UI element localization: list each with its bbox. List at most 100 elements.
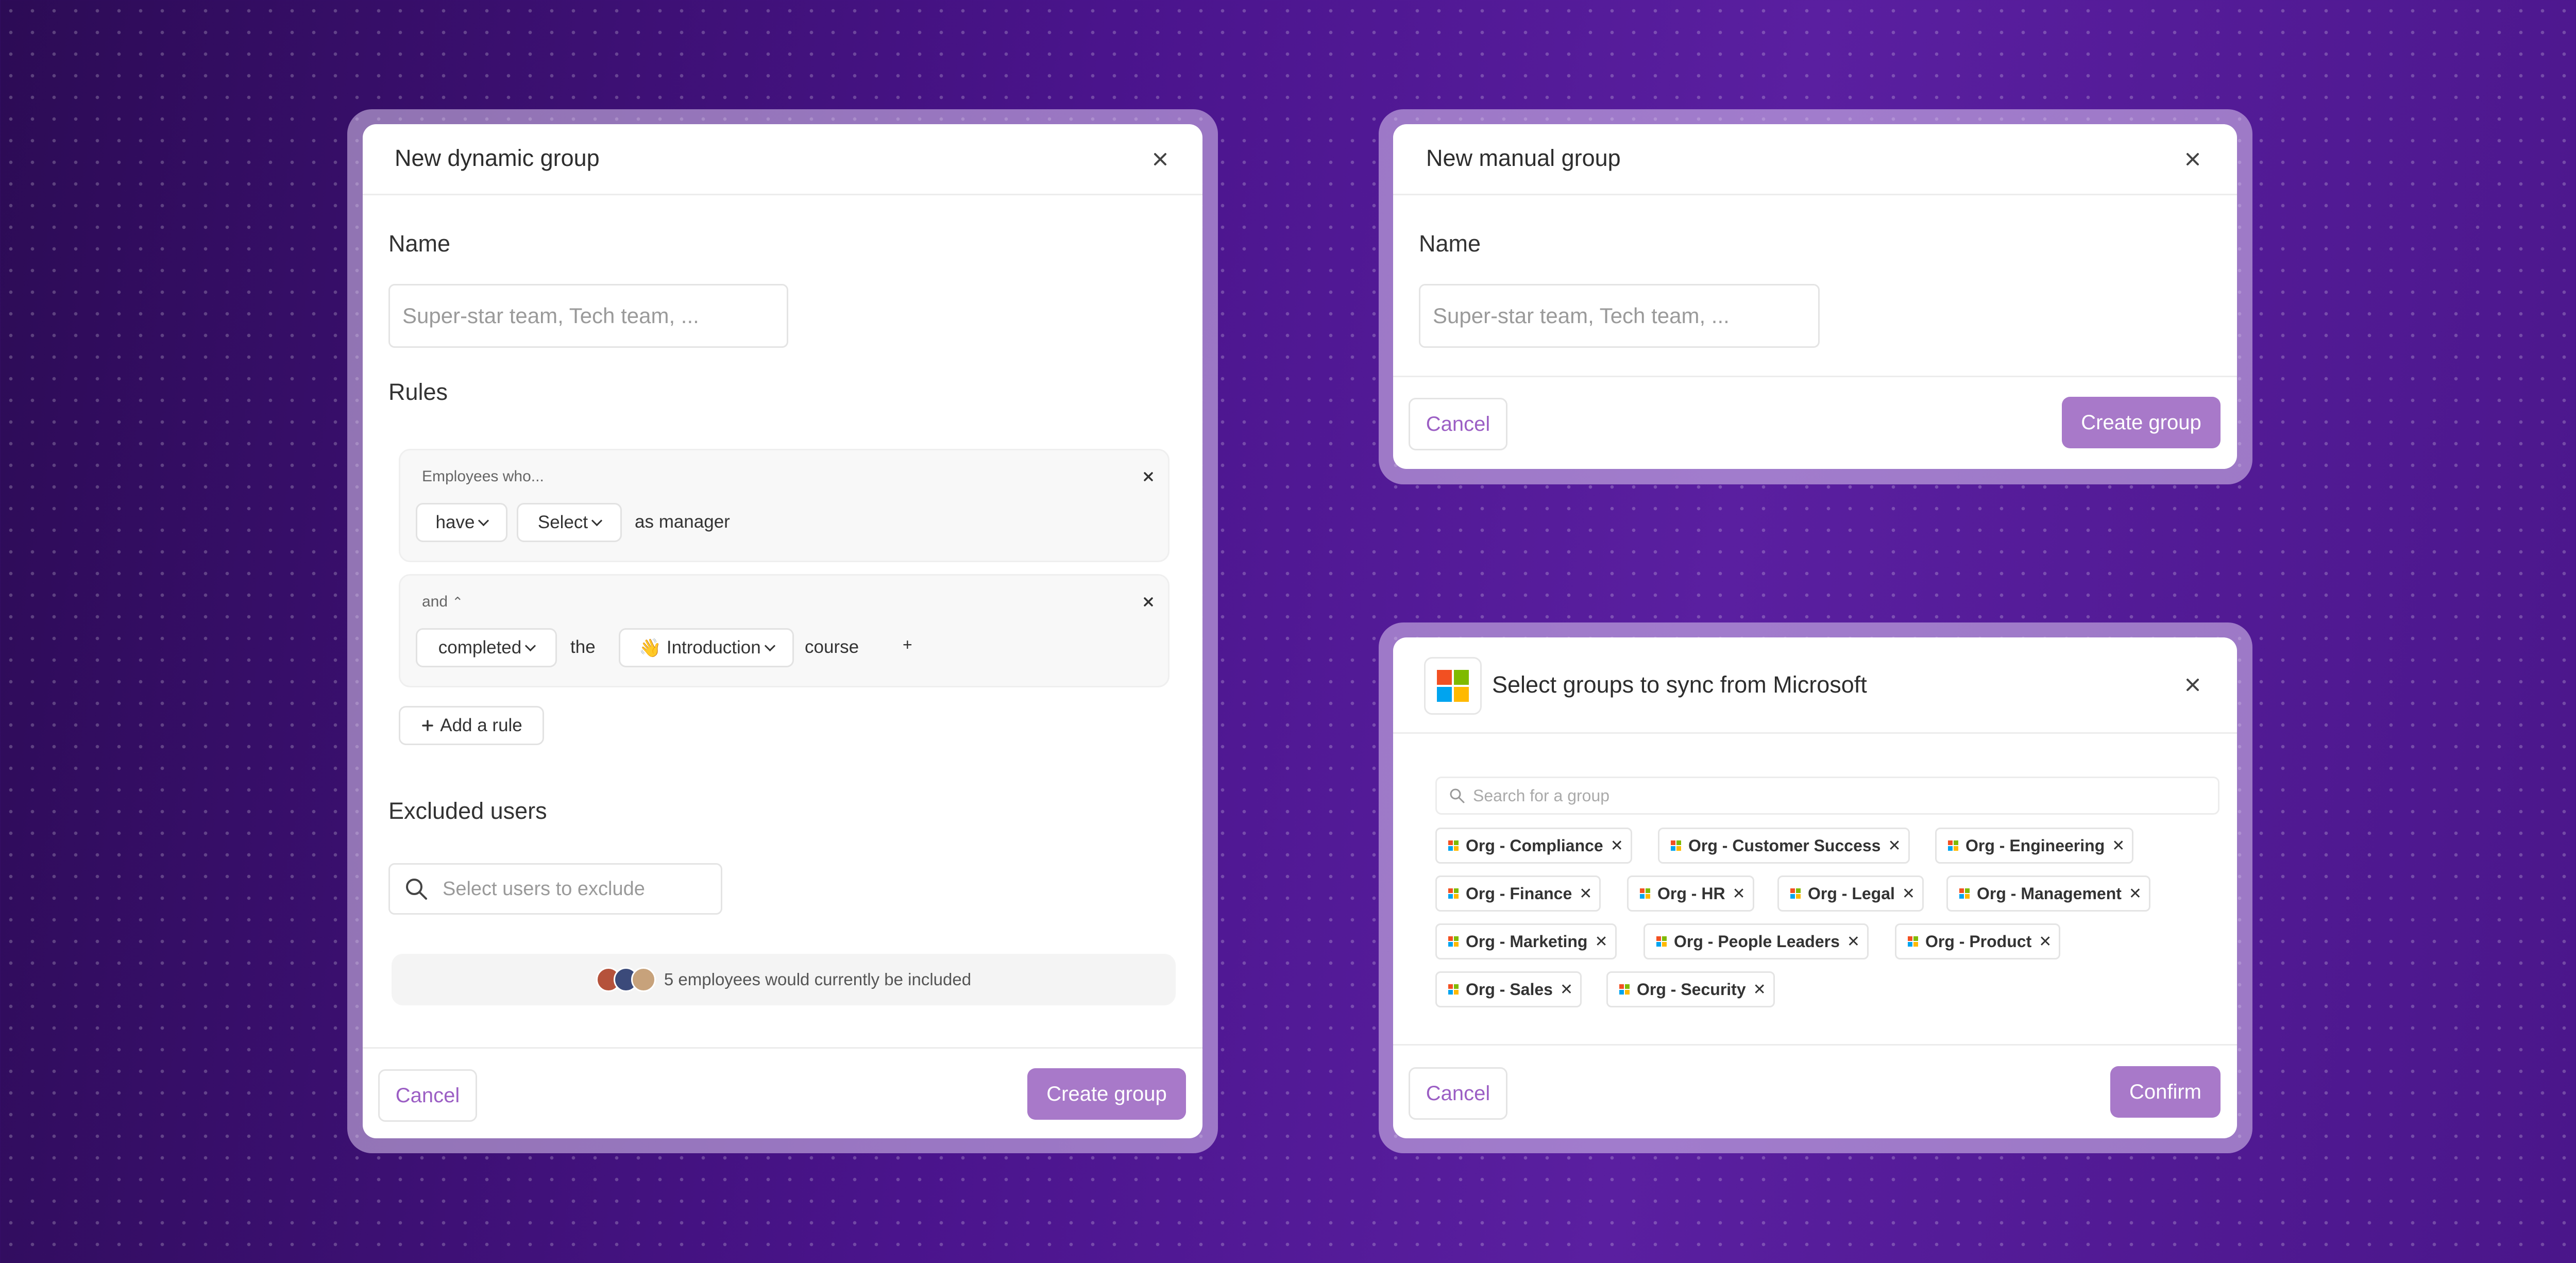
status-value: completed [438,637,522,658]
group-tag-label: Org - Compliance [1466,836,1603,855]
plus-icon [422,720,433,731]
verb-value: have [435,512,475,532]
group-tag-label: Org - Security [1637,980,1746,999]
group-tag-label: Org - Management [1977,884,2122,903]
create-group-button[interactable]: Create group [2062,397,2221,448]
group-tag-label: Org - Finance [1466,884,1572,903]
group-tag: Org - Management ✕ [1946,875,2151,912]
avatar-stack [596,967,656,992]
name-input[interactable]: Super-star team, Tech team, ... [388,284,788,348]
connector-dropdown[interactable]: and ⌃ [422,593,463,611]
remove-tag-icon[interactable]: ✕ [2129,885,2142,903]
modal-title: New dynamic group [395,145,600,171]
modal-title: New manual group [1426,145,1621,171]
connector-value: and [422,593,448,610]
group-tag: Org - Customer Success ✕ [1658,828,1910,864]
modal-footer: Cancel Create group [363,1047,1202,1138]
search-icon [406,879,427,900]
dynamic-group-modal: New dynamic group Name Super-star team, … [363,124,1202,1138]
chevron-down-icon [525,640,536,651]
group-tag: Org - Sales ✕ [1435,971,1582,1007]
group-tag-label: Org - Legal [1808,884,1895,903]
remove-rule-icon[interactable] [1141,469,1156,484]
name-label: Name [1419,230,1481,257]
modal-title: Select groups to sync from Microsoft [1492,671,1867,698]
avatar [631,967,656,992]
cancel-button[interactable]: Cancel [1409,398,1507,450]
microsoft-logo-icon [1437,670,1469,702]
microsoft-sync-modal: Select groups to sync from Microsoft Sea… [1393,637,2237,1138]
group-tag-label: Org - Sales [1466,980,1553,999]
chevron-updown-icon: ⌃ [452,594,464,610]
rule-card: Employees who... have Select as manager [399,449,1170,562]
remove-tag-icon[interactable]: ✕ [1595,933,1607,951]
name-placeholder: Super-star team, Tech team, ... [402,304,699,328]
verb-dropdown[interactable]: have [416,503,507,542]
exclude-placeholder: Select users to exclude [443,878,645,900]
microsoft-logo-tile [1424,657,1482,715]
search-placeholder: Search for a group [1473,786,1610,805]
chevron-down-icon [591,515,603,526]
remove-tag-icon[interactable]: ✕ [1579,885,1592,903]
close-icon[interactable] [2181,673,2204,696]
add-condition-plus[interactable]: + [903,635,912,654]
exclude-users-input[interactable]: Select users to exclude [388,863,722,915]
remove-tag-icon[interactable]: ✕ [2112,837,2125,855]
remove-tag-icon[interactable]: ✕ [1560,981,1573,999]
group-tag: Org - Security ✕ [1606,971,1775,1007]
close-icon[interactable] [2181,148,2204,171]
rule-word-course: course [805,637,859,657]
name-placeholder: Super-star team, Tech team, ... [1433,304,1730,328]
modal-header: Select groups to sync from Microsoft [1393,637,2237,734]
cancel-button[interactable]: Cancel [378,1069,477,1122]
name-input[interactable]: Super-star team, Tech team, ... [1419,284,1820,348]
modal-footer: Cancel Create group [1393,376,2237,469]
microsoft-logo-icon [1640,888,1650,899]
rule-heading: Employees who... [422,468,544,485]
microsoft-logo-icon [1959,888,1970,899]
included-summary: 5 employees would currently be included [392,954,1176,1005]
remove-tag-icon[interactable]: ✕ [1753,981,1766,999]
remove-tag-icon[interactable]: ✕ [1611,837,1623,855]
group-tag-label: Org - People Leaders [1674,932,1840,951]
status-dropdown[interactable]: completed [416,628,557,667]
group-tag: Org - HR ✕ [1627,875,1754,912]
search-icon [1450,788,1465,803]
rule-suffix: as manager [635,512,730,532]
remove-rule-icon[interactable] [1141,594,1156,610]
group-tag: Org - People Leaders ✕ [1643,923,1869,959]
cancel-button[interactable]: Cancel [1409,1067,1507,1120]
add-rule-label: Add a rule [440,715,522,735]
remove-tag-icon[interactable]: ✕ [2039,933,2052,951]
microsoft-logo-icon [1948,840,1958,851]
modal-header: New dynamic group [363,124,1202,195]
name-label: Name [388,230,451,257]
modal-footer: Cancel Confirm [1393,1044,2237,1138]
remove-tag-icon[interactable]: ✕ [1847,933,1860,951]
microsoft-logo-icon [1656,936,1667,947]
confirm-button[interactable]: Confirm [2110,1066,2221,1118]
microsoft-logo-icon [1448,888,1459,899]
rules-label: Rules [388,379,448,405]
manager-select-dropdown[interactable]: Select [517,503,622,542]
close-icon[interactable] [1149,148,1172,171]
microsoft-logo-icon [1790,888,1801,899]
group-tag: Org - Marketing ✕ [1435,923,1617,959]
group-search-input[interactable]: Search for a group [1435,777,2219,815]
group-tag-label: Org - Marketing [1466,932,1588,951]
group-tag-label: Org - HR [1657,884,1725,903]
excluded-users-label: Excluded users [388,798,547,824]
included-text: 5 employees would currently be included [664,970,972,989]
remove-tag-icon[interactable]: ✕ [1888,837,1901,855]
microsoft-logo-icon [1671,840,1681,851]
course-dropdown[interactable]: 👋 Introduction [619,628,794,667]
group-tag: Org - Engineering ✕ [1935,828,2134,864]
group-tag: Org - Product ✕ [1895,923,2061,959]
create-group-button[interactable]: Create group [1027,1068,1186,1120]
microsoft-logo-icon [1448,840,1459,851]
remove-tag-icon[interactable]: ✕ [1733,885,1745,903]
wave-emoji-icon: 👋 [639,637,662,658]
remove-tag-icon[interactable]: ✕ [1902,885,1915,903]
add-rule-button[interactable]: Add a rule [399,706,544,745]
course-value: Introduction [666,637,761,658]
